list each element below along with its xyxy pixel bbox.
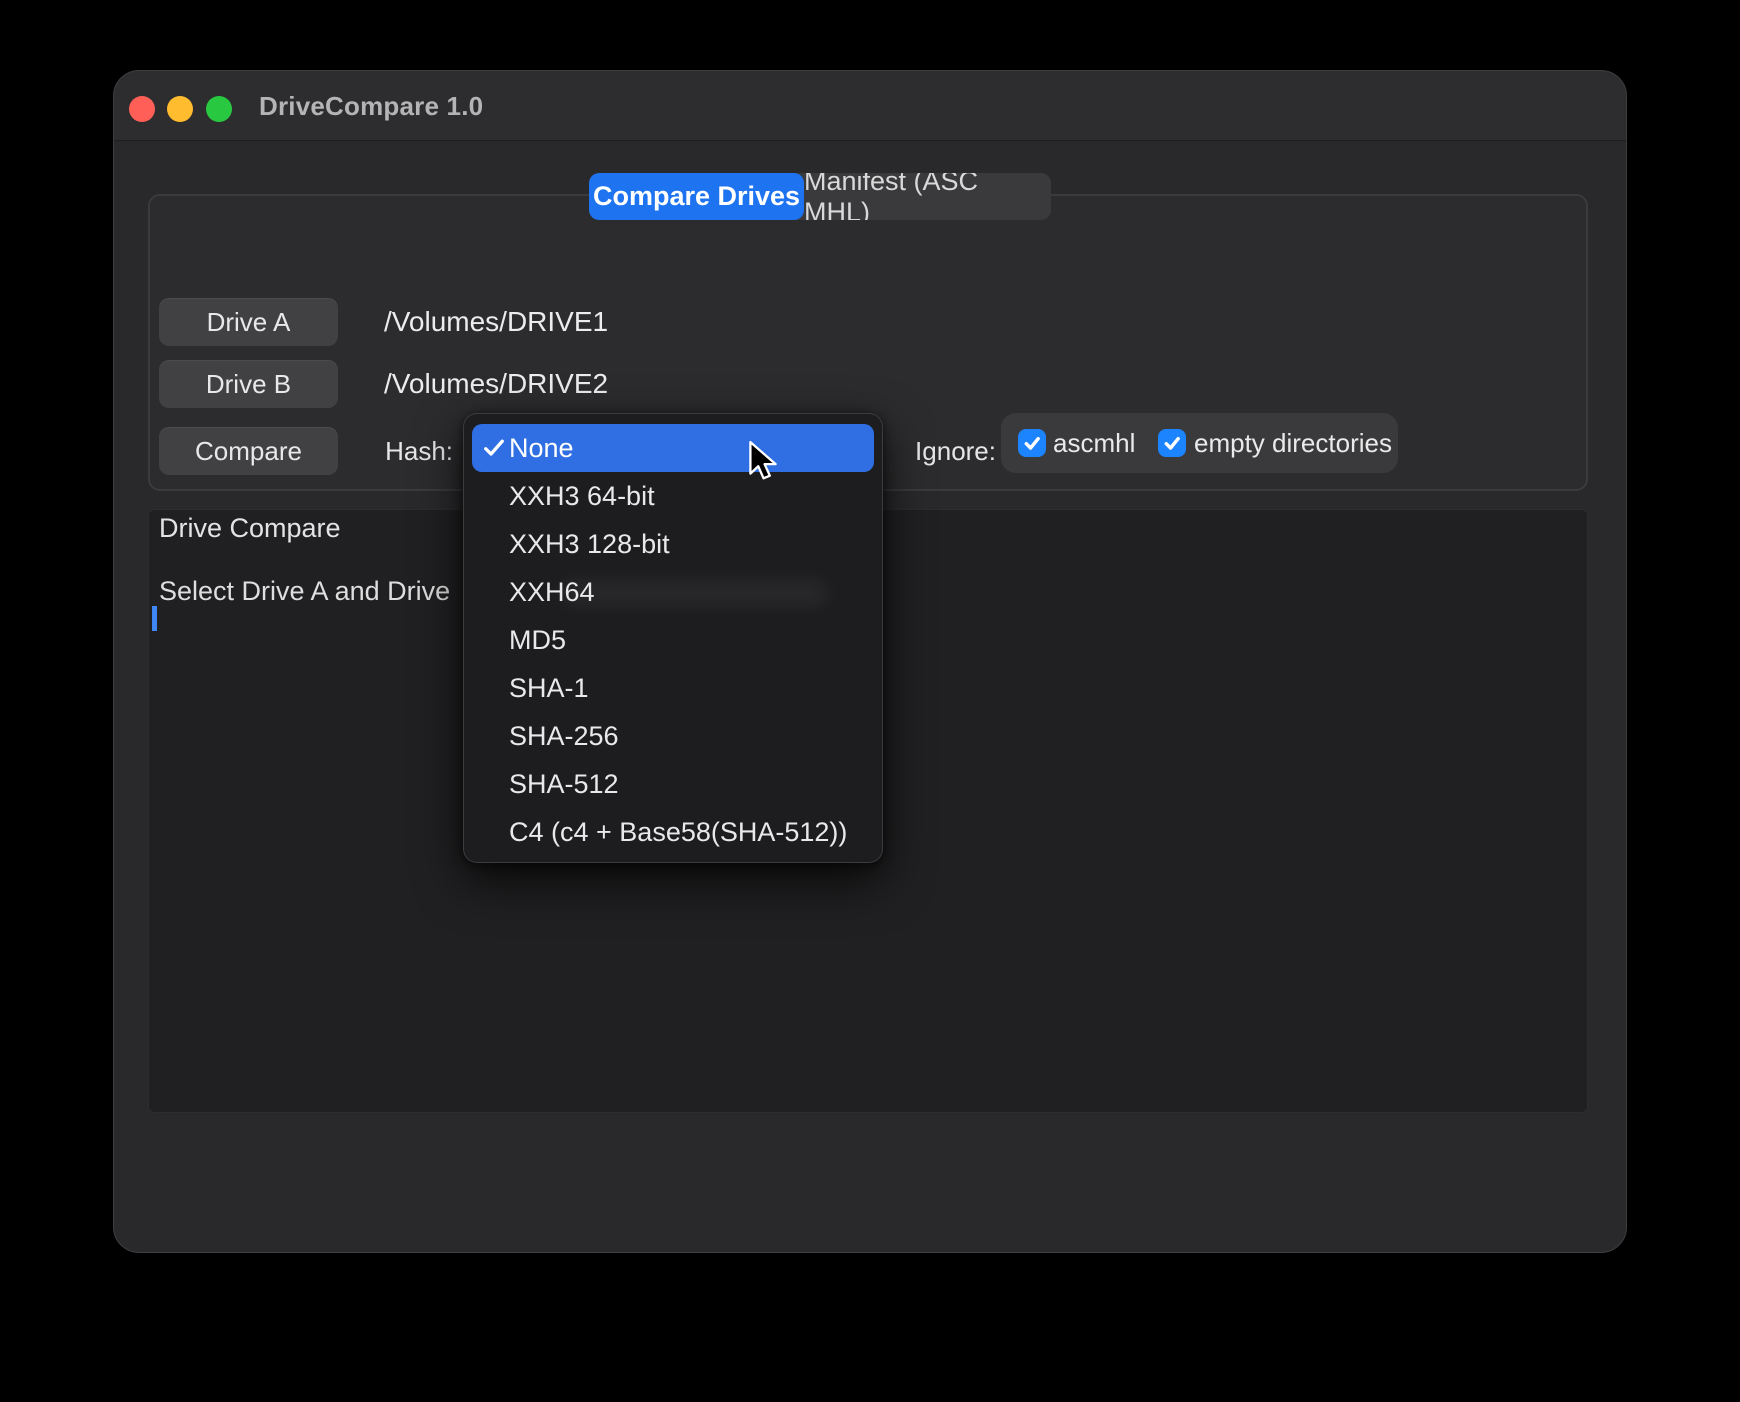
drive-a-path: /Volumes/DRIVE1: [384, 306, 608, 338]
tab-manifest-asc-mhl[interactable]: Manifest (ASC MHL): [804, 173, 1051, 220]
ascmhl-checkbox[interactable]: [1018, 429, 1046, 457]
menu-item-none[interactable]: None: [472, 424, 874, 472]
compare-button-label: Compare: [195, 436, 302, 467]
ignore-options-group: ascmhl empty directories: [1001, 413, 1398, 473]
menu-item-md5[interactable]: MD5: [472, 616, 874, 664]
empty-directories-checkbox[interactable]: [1158, 429, 1186, 457]
menu-item-label: SHA-512: [509, 769, 619, 800]
menu-item-sha256[interactable]: SHA-256: [472, 712, 874, 760]
mouse-cursor-icon: [748, 440, 778, 487]
drive-b-button-label: Drive B: [206, 369, 291, 400]
menu-item-sha1[interactable]: SHA-1: [472, 664, 874, 712]
empty-directories-checkbox-label[interactable]: empty directories: [1194, 427, 1392, 459]
desktop: DriveCompare 1.0 Compare Drives Manifest…: [0, 0, 1740, 1402]
menu-item-xxh64[interactable]: XXH64: [472, 568, 874, 616]
menu-item-xxh3-128[interactable]: XXH3 128-bit: [472, 520, 874, 568]
drive-a-button-label: Drive A: [207, 307, 291, 338]
menu-item-label: MD5: [509, 625, 566, 656]
drive-b-button[interactable]: Drive B: [159, 360, 338, 408]
menu-item-label: SHA-256: [509, 721, 619, 752]
text-caret: [152, 606, 157, 631]
hash-dropdown-menu: None XXH3 64-bit XXH3 128-bit XXH64 MD5 …: [463, 413, 883, 863]
ascmhl-checkbox-label[interactable]: ascmhl: [1053, 427, 1135, 459]
results-title: Drive Compare: [159, 513, 341, 544]
menu-item-label: C4 (c4 + Base58(SHA-512)): [509, 817, 847, 848]
drive-a-button[interactable]: Drive A: [159, 298, 338, 346]
menu-item-xxh3-64[interactable]: XXH3 64-bit: [472, 472, 874, 520]
menu-checkmark-icon: [482, 436, 506, 460]
close-button[interactable]: [129, 96, 155, 122]
menu-item-label: XXH3 128-bit: [509, 529, 670, 560]
tab-compare-drives-label: Compare Drives: [593, 181, 800, 212]
menu-item-label: XXH64: [509, 577, 595, 608]
zoom-button[interactable]: [206, 96, 232, 122]
checkmark-icon: [1022, 433, 1042, 453]
menu-item-label: None: [509, 433, 574, 464]
drive-b-path: /Volumes/DRIVE2: [384, 368, 608, 400]
menu-item-sha512[interactable]: SHA-512: [472, 760, 874, 808]
checkmark-icon: [1162, 433, 1182, 453]
titlebar[interactable]: DriveCompare 1.0: [114, 71, 1626, 141]
menu-item-c4[interactable]: C4 (c4 + Base58(SHA-512)): [472, 808, 874, 856]
tab-compare-drives[interactable]: Compare Drives: [589, 173, 804, 220]
tab-manifest-label: Manifest (ASC MHL): [804, 173, 1051, 220]
menu-item-label: SHA-1: [509, 673, 589, 704]
window-title: DriveCompare 1.0: [259, 71, 483, 141]
tab-bar: Compare Drives Manifest (ASC MHL): [589, 173, 1051, 220]
app-window: DriveCompare 1.0 Compare Drives Manifest…: [113, 70, 1627, 1253]
compare-button[interactable]: Compare: [159, 427, 338, 475]
hash-label: Hash:: [344, 435, 453, 467]
minimize-button[interactable]: [167, 96, 193, 122]
ignore-label: Ignore:: [884, 435, 996, 467]
menu-item-label: XXH3 64-bit: [509, 481, 655, 512]
results-message: Select Drive A and Drive: [159, 576, 450, 607]
